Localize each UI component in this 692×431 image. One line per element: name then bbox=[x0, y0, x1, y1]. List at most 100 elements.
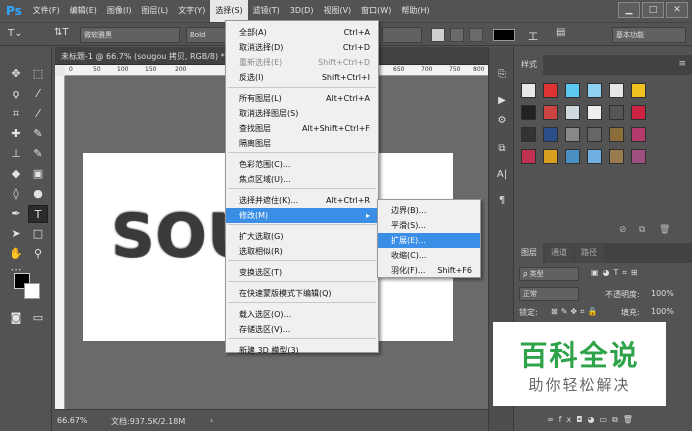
select-menu-item[interactable]: 取消选择图层(S) bbox=[226, 106, 378, 121]
modify-menu-item[interactable]: 扩展(E)... bbox=[378, 233, 480, 248]
minimize-button[interactable]: ▁ bbox=[618, 2, 640, 18]
select-menu-item[interactable]: 存储选区(V)... bbox=[226, 322, 378, 337]
style-preset-swatch[interactable] bbox=[609, 127, 624, 142]
character-panel-icon[interactable]: ▤ bbox=[556, 27, 565, 38]
properties-panel-icon[interactable]: ⚙ bbox=[494, 113, 510, 129]
menu-layer[interactable]: 图层(L) bbox=[136, 0, 173, 22]
stamp-tool-icon[interactable]: ⊥ bbox=[6, 145, 26, 163]
tab-channels[interactable]: 通道 bbox=[545, 243, 574, 263]
style-preset-swatch[interactable] bbox=[565, 149, 580, 164]
tab-paths[interactable]: 路径 bbox=[575, 243, 604, 263]
menu-edit[interactable]: 编辑(E) bbox=[65, 0, 102, 22]
tab-layers[interactable]: 图层 bbox=[515, 243, 544, 263]
delete-style-icon[interactable]: 🗑 bbox=[659, 225, 670, 235]
layer-filter-select[interactable]: ρ 类型 bbox=[519, 267, 579, 281]
style-preset-swatch[interactable] bbox=[521, 127, 536, 142]
select-menu-item[interactable]: 取消选择(D) Ctrl+D bbox=[226, 40, 378, 55]
style-preset-swatch[interactable] bbox=[543, 149, 558, 164]
font-style-select[interactable]: Bold bbox=[186, 27, 226, 43]
layer-filter-icons[interactable]: ▣◕T⌗⊞ bbox=[591, 268, 642, 278]
style-preset-swatch[interactable] bbox=[631, 105, 646, 120]
style-preset-swatch[interactable] bbox=[521, 83, 536, 98]
menu-file[interactable]: 文件(F) bbox=[28, 0, 65, 22]
magic-wand-tool-icon[interactable]: ⁄ bbox=[28, 85, 48, 103]
crop-tool-icon[interactable]: ⌗ bbox=[6, 105, 26, 123]
zoom-tool-icon[interactable]: ⚲ bbox=[28, 245, 48, 263]
character-panel-icon[interactable]: A| bbox=[494, 167, 510, 183]
select-menu-item[interactable]: 色彩范围(C)... bbox=[226, 157, 378, 172]
clear-style-icon[interactable]: ⊘ bbox=[619, 225, 627, 235]
warp-text-icon[interactable]: 工 bbox=[528, 28, 538, 43]
font-family-select[interactable]: 微软雅黑 bbox=[80, 27, 180, 43]
zoom-level[interactable]: 66.67% bbox=[57, 416, 88, 425]
style-preset-swatch[interactable] bbox=[521, 149, 536, 164]
style-preset-swatch[interactable] bbox=[521, 105, 536, 120]
eyedropper-tool-icon[interactable]: ⁄ bbox=[28, 105, 48, 123]
select-menu-item[interactable]: 查找图层 Alt+Shift+Ctrl+F bbox=[226, 121, 378, 136]
close-button[interactable]: ✕ bbox=[666, 2, 688, 18]
select-menu-item[interactable]: 焦点区域(U)... bbox=[226, 172, 378, 187]
fill-value[interactable]: 100% bbox=[651, 307, 674, 316]
vertical-ruler[interactable] bbox=[55, 76, 65, 409]
select-menu-item[interactable]: 选择并遮住(K)... Alt+Ctrl+R bbox=[226, 193, 378, 208]
move-tool-icon[interactable]: ✥ bbox=[6, 65, 26, 83]
select-menu-item[interactable]: 重新选择(E) Shift+Ctrl+D bbox=[226, 55, 378, 70]
style-preset-swatch[interactable] bbox=[565, 105, 580, 120]
gradient-tool-icon[interactable]: ▣ bbox=[28, 165, 48, 183]
healing-brush-tool-icon[interactable]: ✚ bbox=[6, 125, 26, 143]
align-right-button[interactable] bbox=[469, 28, 483, 42]
style-preset-swatch[interactable] bbox=[587, 127, 602, 142]
style-preset-swatch[interactable] bbox=[631, 83, 646, 98]
style-preset-swatch[interactable] bbox=[543, 83, 558, 98]
style-preset-swatch[interactable] bbox=[609, 149, 624, 164]
select-menu-item[interactable]: 修改(M) ▸ bbox=[226, 208, 378, 223]
history-panel-icon[interactable]: ⎘ bbox=[494, 67, 510, 83]
menu-view[interactable]: 视图(V) bbox=[318, 0, 356, 22]
history-brush-tool-icon[interactable]: ✎ bbox=[28, 145, 48, 163]
eraser-tool-icon[interactable]: ◆ bbox=[6, 165, 26, 183]
status-arrow-icon[interactable]: › bbox=[210, 416, 213, 425]
select-menu-item[interactable]: 选取相似(R) bbox=[226, 244, 378, 259]
select-menu-item[interactable]: 反选(I) Shift+Ctrl+I bbox=[226, 70, 378, 85]
modify-menu-item[interactable]: 边界(B)... bbox=[378, 203, 480, 218]
style-preset-swatch[interactable] bbox=[565, 127, 580, 142]
menu-image[interactable]: 图像(I) bbox=[102, 0, 137, 22]
clone-source-icon[interactable]: ⧉ bbox=[494, 141, 510, 157]
dodge-tool-icon[interactable]: ● bbox=[28, 185, 48, 203]
style-preset-swatch[interactable] bbox=[609, 83, 624, 98]
type-tool-icon[interactable]: T bbox=[28, 205, 48, 223]
style-preset-swatch[interactable] bbox=[587, 83, 602, 98]
select-menu-item[interactable]: 变换选区(T) bbox=[226, 265, 378, 280]
select-menu-item[interactable]: 新建 3D 模型(3) bbox=[226, 343, 378, 358]
modify-menu-item[interactable]: 羽化(F)... Shift+F6 bbox=[378, 263, 480, 278]
quick-mask-icon[interactable]: ◙ bbox=[6, 309, 26, 327]
workspace-select[interactable]: 基本功能 bbox=[612, 27, 686, 43]
menu-select[interactable]: 选择(S) bbox=[210, 0, 248, 22]
lock-icons[interactable]: ⊠✎✥⌗🔒 bbox=[551, 307, 601, 317]
font-size-select[interactable] bbox=[382, 27, 422, 43]
maximize-button[interactable]: □ bbox=[642, 2, 664, 18]
paragraph-panel-icon[interactable]: ¶ bbox=[494, 193, 510, 209]
select-menu-item[interactable]: 扩大选取(G) bbox=[226, 229, 378, 244]
tab-styles[interactable]: 样式 bbox=[515, 55, 544, 75]
actions-play-icon[interactable]: ▶ bbox=[494, 93, 510, 109]
menu-3d[interactable]: 3D(D) bbox=[285, 0, 319, 22]
select-menu-item[interactable]: 全部(A) Ctrl+A bbox=[226, 25, 378, 40]
align-center-button[interactable] bbox=[450, 28, 464, 42]
pen-tool-icon[interactable]: ✒ bbox=[6, 205, 26, 223]
select-menu-item[interactable]: 载入选区(O)... bbox=[226, 307, 378, 322]
new-style-icon[interactable]: ⧉ bbox=[639, 225, 645, 235]
background-color-swatch[interactable] bbox=[24, 283, 40, 299]
style-preset-swatch[interactable] bbox=[631, 127, 646, 142]
style-preset-swatch[interactable] bbox=[543, 105, 558, 120]
screen-mode-icon[interactable]: ▭ bbox=[28, 309, 48, 327]
menu-filter[interactable]: 滤镜(T) bbox=[248, 0, 285, 22]
style-preset-swatch[interactable] bbox=[587, 149, 602, 164]
menu-window[interactable]: 窗口(W) bbox=[356, 0, 396, 22]
modify-menu-item[interactable]: 平滑(S)... bbox=[378, 218, 480, 233]
modify-menu-item[interactable]: 收缩(C)... bbox=[378, 248, 480, 263]
menu-type[interactable]: 文字(Y) bbox=[173, 0, 210, 22]
shape-tool-icon[interactable]: □ bbox=[28, 225, 48, 243]
select-menu-item[interactable]: 在快速蒙版模式下编辑(Q) bbox=[226, 286, 378, 301]
text-color-swatch[interactable] bbox=[493, 29, 515, 41]
